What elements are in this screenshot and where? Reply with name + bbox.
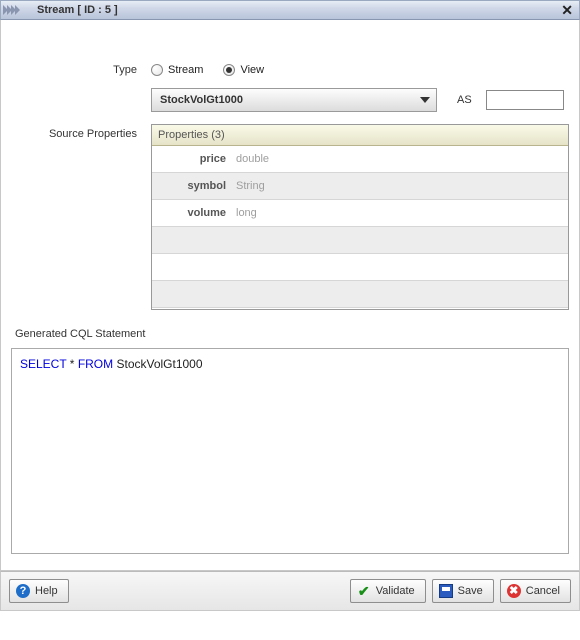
as-input[interactable] <box>486 90 564 110</box>
type-row: Type Stream View <box>11 64 569 76</box>
cql-text: * <box>66 357 77 371</box>
help-button-label: Help <box>35 585 58 597</box>
as-label: AS <box>457 94 472 106</box>
window-title: Stream [ ID : 5 ] <box>37 4 118 16</box>
select-row: StockVolGt1000 AS <box>11 88 569 112</box>
radio-stream[interactable]: Stream <box>151 64 203 76</box>
properties-table: Properties (3) price double symbol Strin… <box>151 124 569 310</box>
titlebar: Stream [ ID : 5 ] ✕ <box>0 0 580 20</box>
cancel-button[interactable]: ✖ Cancel <box>500 579 571 603</box>
properties-body: price double symbol String volume long <box>152 146 568 309</box>
cql-statement-box[interactable]: SELECT * FROM StockVolGt1000 <box>11 348 569 554</box>
property-name: volume <box>180 207 226 219</box>
validate-button[interactable]: ✔ Validate <box>350 579 426 603</box>
chevron-down-icon <box>420 97 430 103</box>
footer: ? Help ✔ Validate Save ✖ Cancel <box>0 571 580 611</box>
radio-stream-label: Stream <box>168 64 203 76</box>
properties-header: Properties (3) <box>152 125 568 146</box>
property-type: String <box>236 180 265 192</box>
cancel-button-label: Cancel <box>526 585 560 597</box>
cql-text: StockVolGt1000 <box>113 357 202 371</box>
help-icon: ? <box>16 584 30 598</box>
help-button[interactable]: ? Help <box>9 579 69 603</box>
source-properties-label: Source Properties <box>11 124 151 140</box>
generated-cql-label: Generated CQL Statement <box>15 328 569 340</box>
save-button[interactable]: Save <box>432 579 494 603</box>
stream-icon <box>3 3 31 17</box>
property-type: long <box>236 207 257 219</box>
property-row-empty <box>152 281 568 308</box>
save-button-label: Save <box>458 585 483 597</box>
close-button[interactable]: ✕ <box>559 2 575 19</box>
cancel-icon: ✖ <box>507 584 521 598</box>
property-row: price double <box>152 146 568 173</box>
validate-button-label: Validate <box>376 585 415 597</box>
property-name: price <box>180 153 226 165</box>
check-icon: ✔ <box>357 584 371 598</box>
property-name: symbol <box>180 180 226 192</box>
radio-view[interactable]: View <box>223 64 264 76</box>
property-row: symbol String <box>152 173 568 200</box>
radio-view-label: View <box>240 64 264 76</box>
source-select[interactable]: StockVolGt1000 <box>151 88 437 112</box>
property-row: volume long <box>152 200 568 227</box>
cql-keyword: FROM <box>78 357 113 371</box>
type-label: Type <box>11 64 151 76</box>
property-row-empty <box>152 227 568 254</box>
content-area: Type Stream View StockVolGt1000 AS Sourc… <box>0 20 580 571</box>
cql-keyword: SELECT <box>20 357 66 371</box>
property-type: double <box>236 153 269 165</box>
source-select-value: StockVolGt1000 <box>160 94 243 106</box>
save-icon <box>439 584 453 598</box>
source-properties-row: Source Properties Properties (3) price d… <box>11 124 569 310</box>
property-row-empty <box>152 254 568 281</box>
